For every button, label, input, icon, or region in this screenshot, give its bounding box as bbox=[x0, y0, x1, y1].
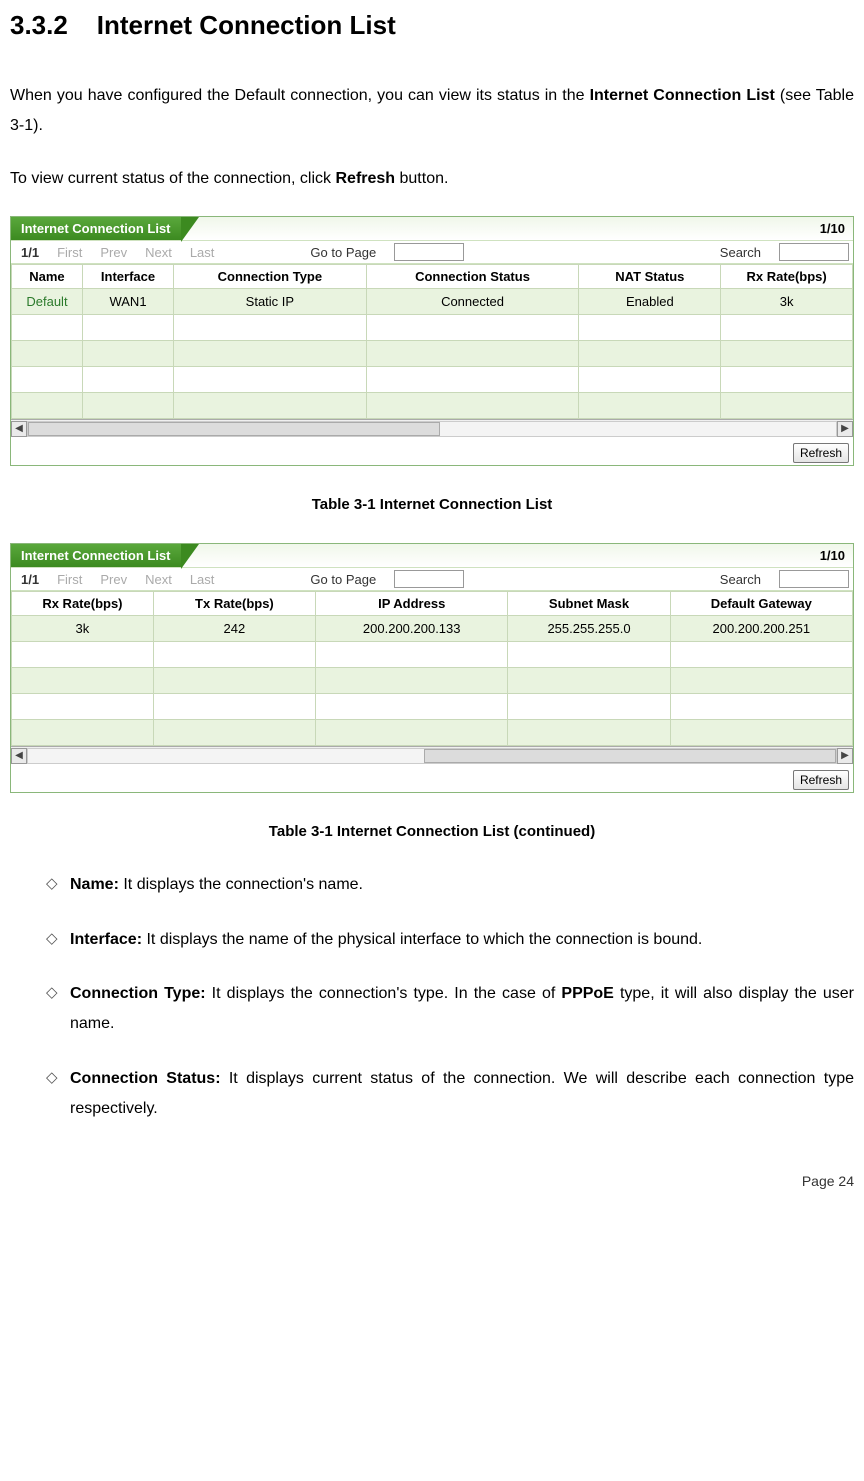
col-interface: Interface bbox=[82, 265, 173, 289]
col-gateway: Default Gateway bbox=[670, 592, 852, 616]
cell-rx-rate: 3k bbox=[721, 289, 853, 315]
col-name: Name bbox=[12, 265, 83, 289]
horizontal-scrollbar[interactable]: ◀ ▶ bbox=[11, 746, 853, 764]
pager-goto-input[interactable] bbox=[394, 570, 464, 588]
col-tx-rate: Tx Rate(bps) bbox=[153, 592, 315, 616]
desc-interface: ◇ Interface: It displays the name of the… bbox=[46, 925, 854, 955]
scroll-left-icon[interactable]: ◀ bbox=[11, 421, 27, 437]
col-rx-rate: Rx Rate(bps) bbox=[12, 592, 154, 616]
pager-count: 1/1 bbox=[15, 572, 39, 587]
pager-prev[interactable]: Prev bbox=[100, 245, 127, 260]
section-number: 3.3.2 bbox=[10, 10, 68, 40]
col-subnet: Subnet Mask bbox=[508, 592, 670, 616]
col-ip: IP Address bbox=[315, 592, 508, 616]
pager-search-label: Search bbox=[720, 572, 761, 587]
pager-prev[interactable]: Prev bbox=[100, 572, 127, 587]
scroll-right-icon[interactable]: ▶ bbox=[837, 748, 853, 764]
desc-connection-type: ◇ Connection Type: It displays the conne… bbox=[46, 979, 854, 1040]
refresh-button[interactable]: Refresh bbox=[793, 443, 849, 463]
cell-conn-status: Connected bbox=[366, 289, 579, 315]
cell-name[interactable]: Default bbox=[12, 289, 83, 315]
pager-first[interactable]: First bbox=[57, 572, 82, 587]
table-row bbox=[12, 694, 853, 720]
refresh-button[interactable]: Refresh bbox=[793, 770, 849, 790]
table-row bbox=[12, 341, 853, 367]
cell-gateway: 200.200.200.251 bbox=[670, 616, 852, 642]
intro-paragraph-1: When you have configured the Default con… bbox=[10, 81, 854, 142]
cell-interface: WAN1 bbox=[82, 289, 173, 315]
cell-tx-rate: 242 bbox=[153, 616, 315, 642]
table-row bbox=[12, 367, 853, 393]
pager-search-label: Search bbox=[720, 245, 761, 260]
col-rx-rate: Rx Rate(bps) bbox=[721, 265, 853, 289]
cell-rx-rate: 3k bbox=[12, 616, 154, 642]
table-row bbox=[12, 720, 853, 746]
panel-page-indicator: 1/10 bbox=[181, 217, 854, 240]
pager-next[interactable]: Next bbox=[145, 572, 172, 587]
scroll-thumb[interactable] bbox=[424, 749, 836, 763]
pager-goto-label: Go to Page bbox=[310, 572, 376, 587]
scroll-thumb[interactable] bbox=[28, 422, 440, 436]
pager-first[interactable]: First bbox=[57, 245, 82, 260]
panel-title-tab: Internet Connection List bbox=[11, 544, 181, 567]
pager-goto-input[interactable] bbox=[394, 243, 464, 261]
panel-page-indicator: 1/10 bbox=[181, 544, 854, 567]
pager-last[interactable]: Last bbox=[190, 572, 215, 587]
scroll-left-icon[interactable]: ◀ bbox=[11, 748, 27, 764]
horizontal-scrollbar[interactable]: ◀ ▶ bbox=[11, 419, 853, 437]
connection-table-1: Name Interface Connection Type Connectio… bbox=[11, 264, 853, 419]
col-conn-type: Connection Type bbox=[174, 265, 367, 289]
connection-list-panel-1: Internet Connection List 1/10 1/1 First … bbox=[10, 216, 854, 466]
pager-next[interactable]: Next bbox=[145, 245, 172, 260]
pager-search-input[interactable] bbox=[779, 570, 849, 588]
pager-search-input[interactable] bbox=[779, 243, 849, 261]
desc-name: ◇ Name: It displays the connection's nam… bbox=[46, 870, 854, 900]
pager-goto-label: Go to Page bbox=[310, 245, 376, 260]
table-row[interactable]: 3k 242 200.200.200.133 255.255.255.0 200… bbox=[12, 616, 853, 642]
field-descriptions: ◇ Name: It displays the connection's nam… bbox=[46, 870, 854, 1124]
cell-nat-status: Enabled bbox=[579, 289, 721, 315]
pager-last[interactable]: Last bbox=[190, 245, 215, 260]
section-title-text: Internet Connection List bbox=[97, 10, 396, 40]
section-heading: 3.3.2 Internet Connection List bbox=[10, 10, 854, 41]
panel-title-tab: Internet Connection List bbox=[11, 217, 181, 240]
bullet-icon: ◇ bbox=[46, 925, 70, 955]
page-number: Page 24 bbox=[10, 1173, 854, 1189]
connection-list-panel-2: Internet Connection List 1/10 1/1 First … bbox=[10, 543, 854, 793]
table-row bbox=[12, 315, 853, 341]
bullet-icon: ◇ bbox=[46, 979, 70, 1040]
cell-subnet: 255.255.255.0 bbox=[508, 616, 670, 642]
cell-conn-type: Static IP bbox=[174, 289, 367, 315]
scroll-right-icon[interactable]: ▶ bbox=[837, 421, 853, 437]
pager-bar: 1/1 First Prev Next Last Go to Page Sear… bbox=[11, 240, 853, 264]
table-row bbox=[12, 668, 853, 694]
col-conn-status: Connection Status bbox=[366, 265, 579, 289]
table-row bbox=[12, 393, 853, 419]
intro-paragraph-2: To view current status of the connection… bbox=[10, 164, 854, 194]
pager-count: 1/1 bbox=[15, 245, 39, 260]
col-nat-status: NAT Status bbox=[579, 265, 721, 289]
figure-caption-1: Table 3-1 Internet Connection List bbox=[10, 496, 854, 513]
cell-ip: 200.200.200.133 bbox=[315, 616, 508, 642]
bullet-icon: ◇ bbox=[46, 1064, 70, 1125]
desc-connection-status: ◇ Connection Status: It displays current… bbox=[46, 1064, 854, 1125]
table-row bbox=[12, 642, 853, 668]
connection-table-2: Rx Rate(bps) Tx Rate(bps) IP Address Sub… bbox=[11, 591, 853, 746]
figure-caption-2: Table 3-1 Internet Connection List (cont… bbox=[10, 823, 854, 840]
table-row[interactable]: Default WAN1 Static IP Connected Enabled… bbox=[12, 289, 853, 315]
pager-bar: 1/1 First Prev Next Last Go to Page Sear… bbox=[11, 567, 853, 591]
bullet-icon: ◇ bbox=[46, 870, 70, 900]
